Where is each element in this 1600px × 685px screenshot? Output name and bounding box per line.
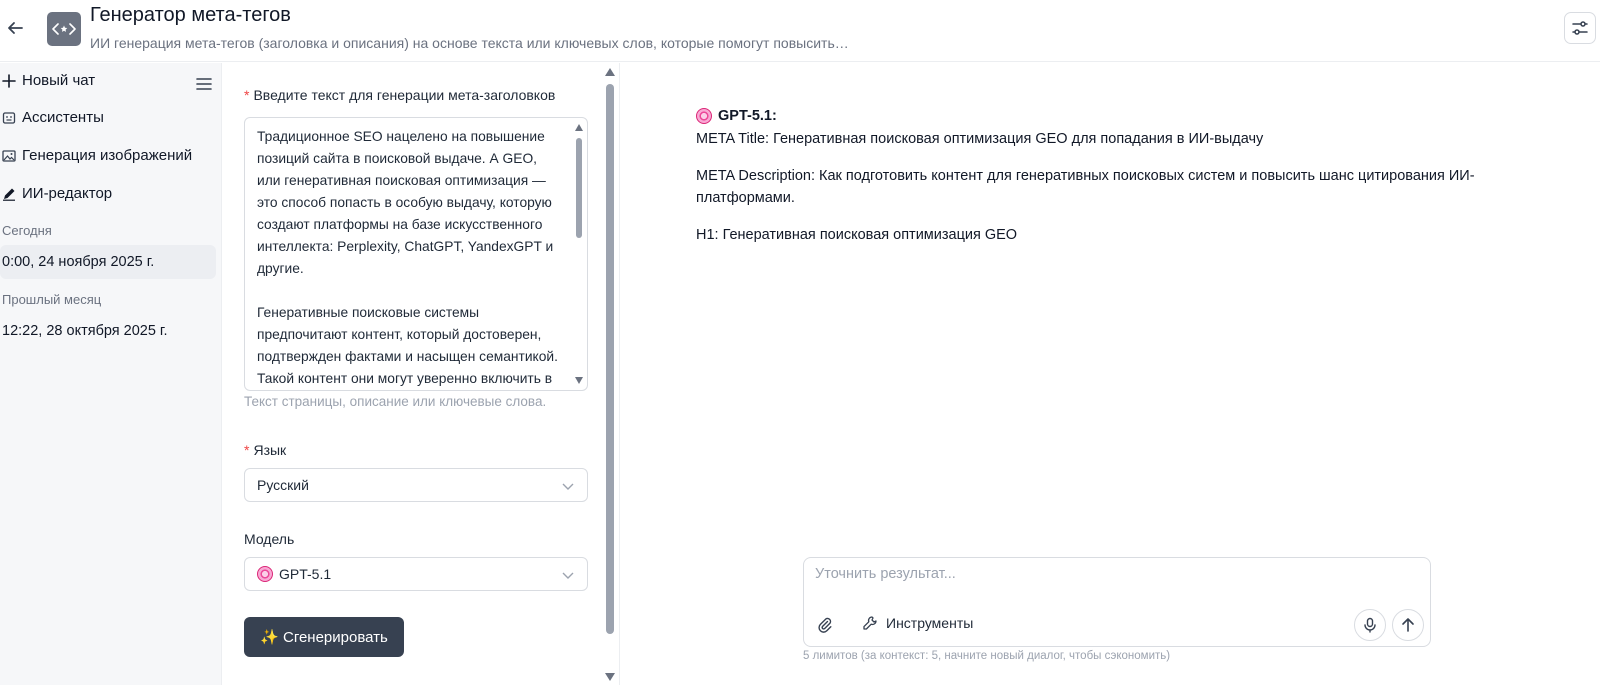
result-author: GPT-5.1: <box>696 108 777 124</box>
chevron-down-icon <box>562 483 574 490</box>
required-mark: * <box>244 442 250 458</box>
sidebar-item-image-generation[interactable]: Генерация изображений <box>2 147 192 164</box>
tools-button[interactable]: Инструменты <box>862 615 973 631</box>
sidebar-item-label: Генерация изображений <box>22 147 193 164</box>
scroll-down-icon[interactable] <box>575 377 583 384</box>
new-chat-button[interactable]: Новый чат <box>2 72 95 89</box>
h1-line: H1: Генеративная поисковая оптимизация G… <box>696 227 1018 243</box>
chat-history-item[interactable]: 0:00, 24 ноября 2025 г. <box>0 245 216 279</box>
model-label: Модель <box>244 531 295 547</box>
page-subtitle: ИИ генерация мета-тегов (заголовка и опи… <box>90 35 849 51</box>
arrow-up-icon <box>1402 618 1414 632</box>
result-panel: GPT-5.1: META Title: Генеративная поиско… <box>619 63 1600 685</box>
tools-label: Инструменты <box>886 615 974 631</box>
robot-face-icon <box>2 111 16 125</box>
text-field-label: * Введите текст для генерации мета-заголо… <box>244 87 556 103</box>
language-select[interactable]: Русский <box>244 468 588 502</box>
language-label: * Язык <box>244 442 287 458</box>
source-text-value: Традиционное SEO нацелено на повышение п… <box>257 129 558 386</box>
plus-icon <box>2 73 16 88</box>
microphone-icon <box>1364 617 1376 633</box>
meta-title-line: META Title: Генеративная поисковая оптим… <box>696 131 1264 147</box>
scroll-down-icon[interactable] <box>605 673 615 681</box>
chevron-down-icon <box>562 572 574 579</box>
form-panel-scrollbar[interactable] <box>604 66 616 685</box>
scroll-up-icon[interactable] <box>575 124 583 131</box>
text-field-hint: Текст страницы, описание или ключевые сл… <box>244 394 547 409</box>
back-button[interactable] <box>4 17 26 39</box>
source-text-input[interactable]: Традиционное SEO нацелено на повышение п… <box>244 117 588 391</box>
gpt-model-icon <box>696 108 712 124</box>
sliders-icon <box>1572 21 1588 35</box>
refine-input[interactable] <box>815 566 1415 582</box>
section-title-last-month: Прошлый месяц <box>2 292 102 307</box>
chat-history-item[interactable]: 12:22, 28 октября 2025 г. <box>0 314 216 348</box>
gpt-model-icon <box>257 566 273 582</box>
meta-description-line: META Description: Как подготовить контен… <box>696 168 1475 206</box>
model-select[interactable]: GPT-5.1 <box>244 557 588 591</box>
refine-composer: Инструменты <box>803 557 1431 647</box>
sidebar-menu-button[interactable] <box>195 75 213 93</box>
page-title: Генератор мета-тегов <box>90 4 291 26</box>
sidebar-item-label: Ассистенты <box>22 109 104 126</box>
paperclip-icon <box>818 617 832 633</box>
required-mark: * <box>244 87 250 103</box>
send-button[interactable] <box>1392 609 1424 641</box>
hamburger-menu-icon <box>196 78 212 90</box>
limits-info: 5 лимитов (за контекст: 5, начните новый… <box>803 650 1171 662</box>
image-icon <box>2 149 16 163</box>
code-sparkle-icon <box>47 12 81 46</box>
section-title-today: Сегодня <box>2 223 52 238</box>
sidebar-item-label: ИИ-редактор <box>22 185 113 202</box>
sidebar-item-ai-editor[interactable]: ИИ-редактор <box>2 185 112 202</box>
textarea-scrollbar[interactable] <box>573 122 585 386</box>
language-value: Русский <box>257 477 309 493</box>
voice-input-button[interactable] <box>1354 609 1386 641</box>
app-header: Генератор мета-тегов ИИ генерация мета-т… <box>0 0 1600 62</box>
scroll-thumb[interactable] <box>606 84 614 634</box>
settings-button[interactable] <box>1564 12 1596 44</box>
result-author-name: GPT-5.1: <box>718 108 777 124</box>
scroll-up-icon[interactable] <box>605 68 615 76</box>
sidebar-item-assistants[interactable]: Ассистенты <box>2 109 104 126</box>
arrow-left-icon <box>8 22 23 34</box>
scroll-thumb[interactable] <box>576 138 582 238</box>
generate-button[interactable]: ✨ Сгенерировать <box>244 617 404 657</box>
sidebar: Новый чат Ассистенты Генерация изображен… <box>0 63 222 685</box>
generator-form: * Введите текст для генерации мета-заголо… <box>222 63 619 685</box>
new-chat-label: Новый чат <box>22 72 96 89</box>
wrench-icon <box>863 616 877 630</box>
model-value: GPT-5.1 <box>279 566 332 582</box>
attach-button[interactable] <box>816 616 834 634</box>
pen-icon <box>2 187 16 201</box>
